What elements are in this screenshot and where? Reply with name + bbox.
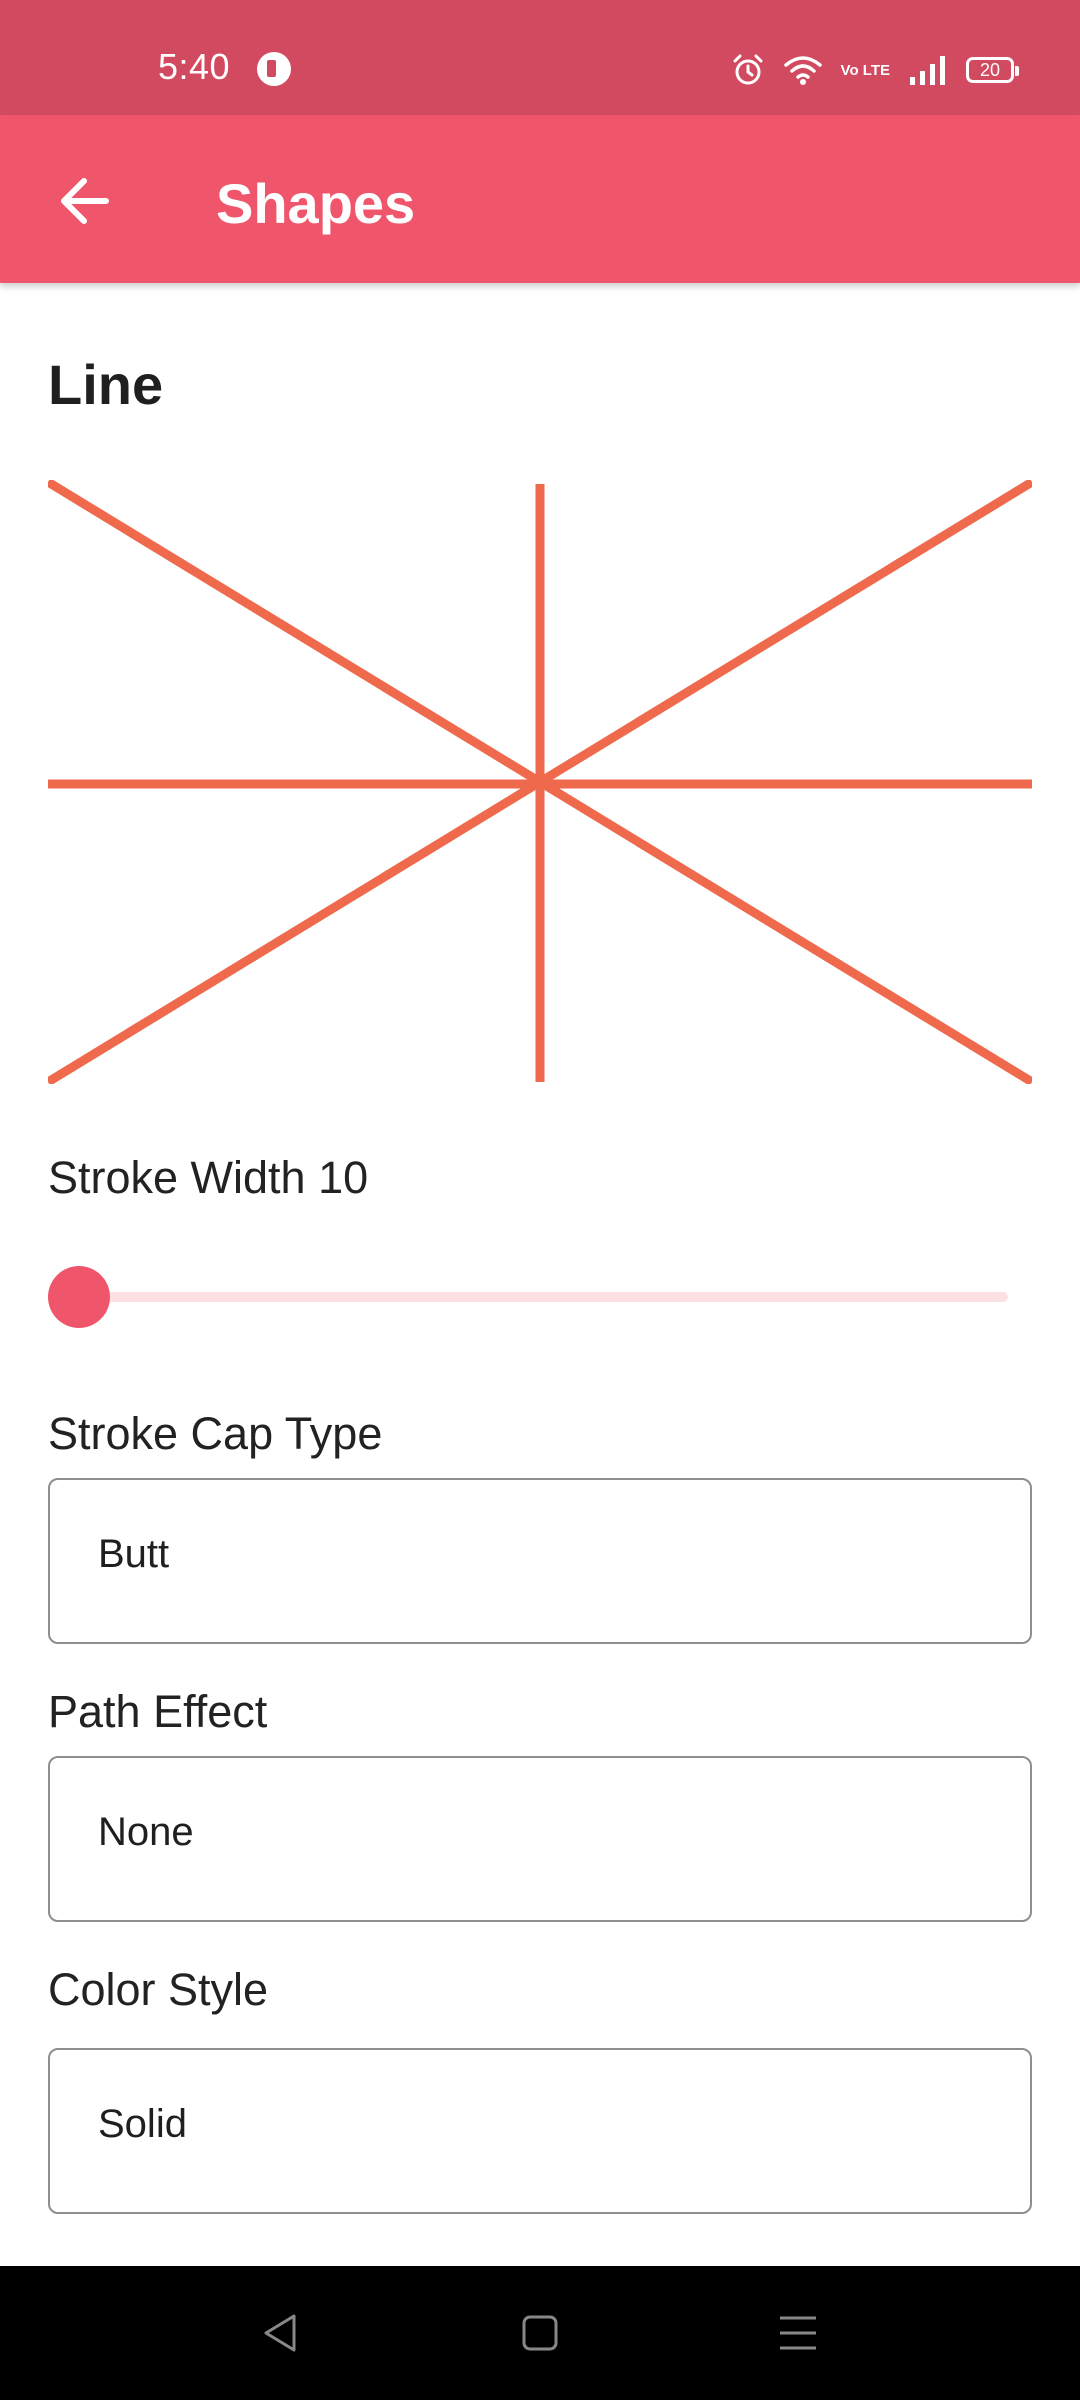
back-button[interactable] [48, 165, 120, 237]
line-canvas [48, 480, 1032, 1084]
signal-icon [910, 56, 945, 85]
stroke-width-slider[interactable] [48, 1262, 1008, 1330]
stroke-width-label: Stroke Width 10 [48, 1152, 369, 1203]
menu-lines-icon[interactable] [768, 2308, 828, 2358]
color-style-value: Solid [98, 2102, 187, 2146]
page-title: Shapes [216, 172, 416, 235]
path-effect-dropdown[interactable]: None [48, 1756, 1032, 1922]
slider-track[interactable] [72, 1292, 1008, 1302]
app-notification-icon [257, 52, 291, 86]
status-icons: Vo LTE 20 [731, 50, 1019, 90]
color-style-label: Color Style [48, 1964, 269, 2015]
stroke-cap-label: Stroke Cap Type [48, 1408, 383, 1459]
arrow-left-icon [61, 178, 109, 224]
back-triangle-icon[interactable] [252, 2308, 312, 2358]
battery-icon: 20 [966, 57, 1019, 83]
section-title: Line [48, 353, 164, 416]
stroke-cap-value: Butt [98, 1532, 170, 1576]
slider-thumb[interactable] [48, 1266, 110, 1328]
system-navigation-bar [0, 2266, 1080, 2400]
alarm-icon [733, 54, 763, 85]
path-effect-label: Path Effect [48, 1686, 268, 1737]
color-style-dropdown[interactable]: Solid [48, 2048, 1032, 2214]
home-square-icon[interactable] [510, 2308, 570, 2358]
stroke-cap-dropdown[interactable]: Butt [48, 1478, 1032, 1644]
volte-icon: Vo LTE [840, 61, 890, 79]
app-bar: Shapes [0, 115, 1080, 283]
status-bar: 5:40 Vo LTE 20 [0, 0, 1080, 115]
wifi-icon [783, 56, 822, 85]
status-time: 5:40 [158, 46, 231, 87]
path-effect-value: None [98, 1810, 194, 1854]
